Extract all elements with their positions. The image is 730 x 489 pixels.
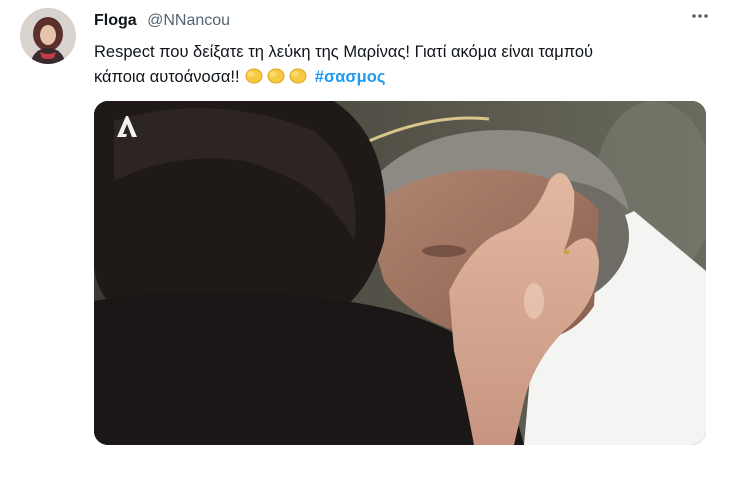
tweet-media-image[interactable] xyxy=(94,101,706,445)
tweet-text-line-1: Respect που δείξατε τη λεύκη της Μαρίνας… xyxy=(94,43,594,61)
display-name[interactable]: Floga xyxy=(94,12,137,29)
more-horizontal-icon[interactable] xyxy=(690,6,710,30)
tweet-header: Floga @NNancou xyxy=(94,12,230,30)
tweet-text-line-2: κάποια αυτοάνοσα!! #σασμος xyxy=(94,65,694,93)
hashtag-link[interactable]: #σασμος xyxy=(315,68,386,86)
avatar[interactable] xyxy=(20,8,76,64)
clapping-hands-emoji xyxy=(244,65,310,93)
tweet-card: Floga @NNancou Respect που δείξατε τη λε… xyxy=(0,0,730,489)
tweet-text-line-2-content: κάποια αυτοάνοσα!! xyxy=(94,68,240,86)
tweet-text: Respect που δείξατε τη λεύκη της Μαρίνας… xyxy=(94,40,694,93)
user-handle[interactable]: @NNancou xyxy=(147,12,230,29)
alpha-tv-logo xyxy=(114,113,140,139)
